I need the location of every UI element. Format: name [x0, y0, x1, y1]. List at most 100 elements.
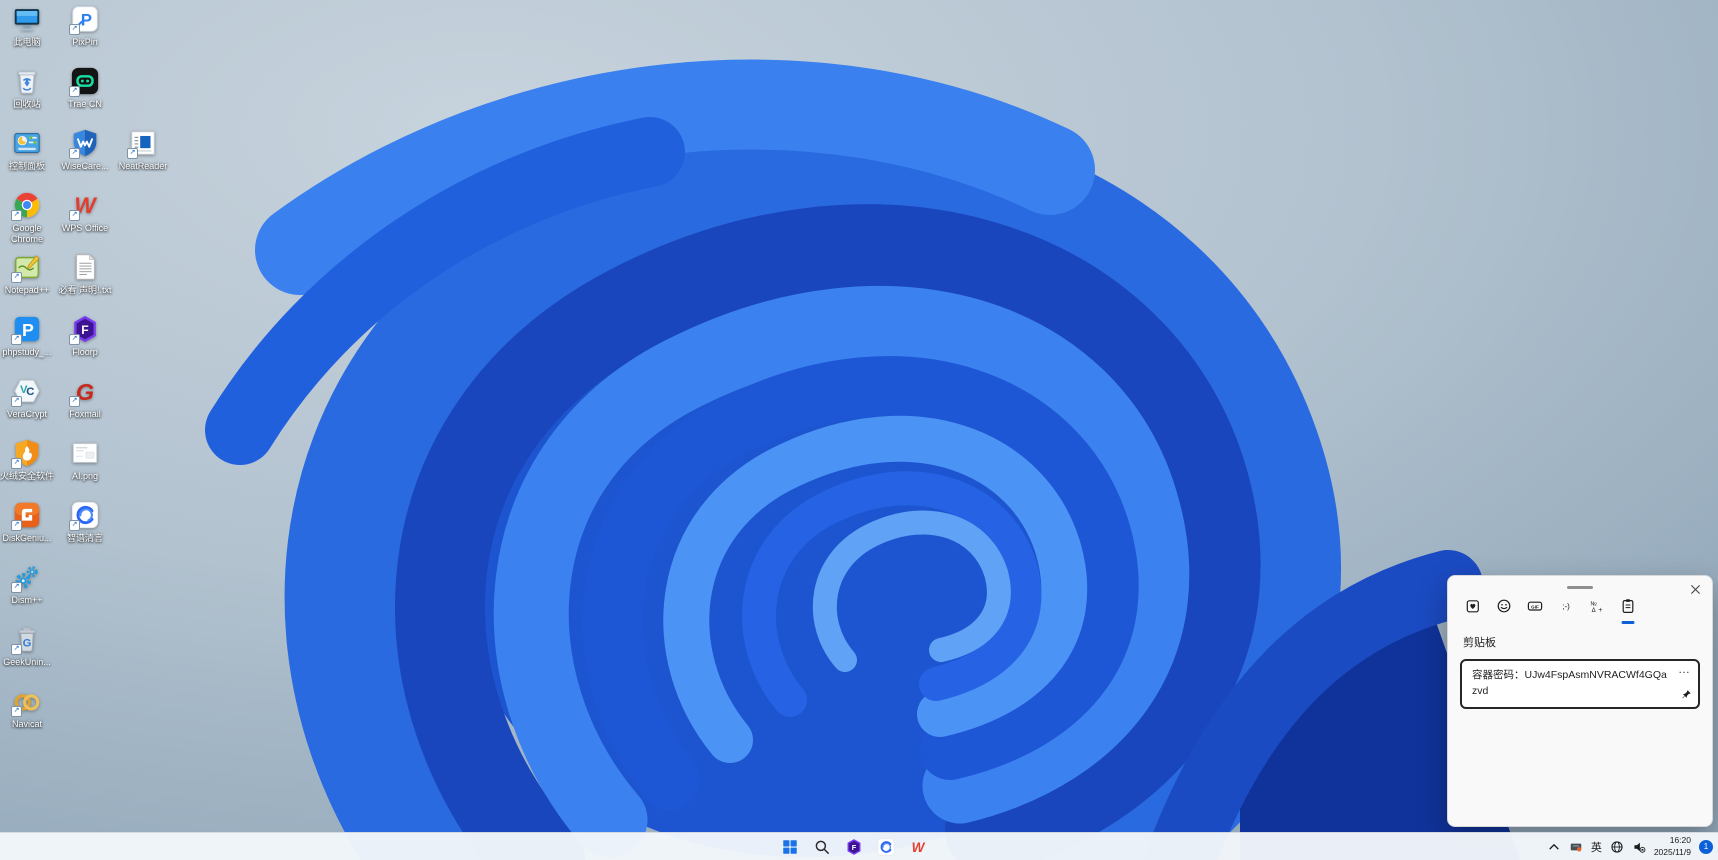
svg-text:F: F	[852, 843, 857, 852]
floorp-icon: F ↗	[69, 314, 100, 345]
more-options-icon[interactable]: …	[1678, 662, 1691, 676]
shortcut-arrow-icon: ↗	[69, 24, 80, 35]
desktop-icon-label: Google Chrome	[10, 223, 43, 244]
taskbar-start-button[interactable]	[780, 837, 800, 857]
desktop-icon-phpstudy[interactable]: P ↗ phpstudy_...	[0, 314, 54, 358]
huorong-icon: ↗	[11, 438, 42, 469]
taskbar-zhipu-qingyan-button[interactable]	[876, 837, 896, 857]
clipboard-icon	[1620, 598, 1636, 617]
shortcut-arrow-icon: ↗	[11, 706, 22, 717]
desktop-icon-this-pc[interactable]: 此电脑	[0, 4, 54, 48]
shortcut-arrow-icon: ↗	[11, 334, 22, 345]
desktop-icon-floorp[interactable]: F ↗ Floorp	[58, 314, 112, 358]
clipboard-section-title: 剪贴板	[1463, 637, 1496, 649]
desktop-icon-navicat[interactable]: ↗ Navicat	[0, 686, 54, 730]
tab-kaomoji[interactable]: ;-)	[1556, 598, 1575, 617]
desktop-icon-control-panel[interactable]: 控制面板	[0, 128, 54, 172]
navicat-icon: ↗	[11, 686, 42, 717]
panel-drag-handle[interactable]	[1567, 586, 1593, 589]
shortcut-arrow-icon: ↗	[69, 86, 80, 97]
notepadpp-icon: ↗	[11, 252, 42, 283]
clock-time: 16:20	[1669, 835, 1691, 846]
desktop-icon-statement-txt[interactable]: 必看 声明!.txt	[58, 252, 112, 296]
desktop-icon-notepad-plus-plus[interactable]: ↗ Notepad++	[0, 252, 54, 296]
clipboard-item[interactable]: 容器密码：UJw4FspAsmNVRACWf4GQazvd …	[1460, 659, 1700, 709]
notification-badge[interactable]: 1	[1699, 839, 1713, 854]
desktop-icon-label: Floorp	[72, 347, 98, 357]
tab-clipboard[interactable]	[1618, 598, 1637, 617]
taskbar: F W 英 16:20 2025/11/9 1	[0, 832, 1718, 860]
diskgenius-icon: ↗	[11, 500, 42, 531]
desktop-icon-veracrypt[interactable]: V C ↗ VeraCrypt	[0, 376, 54, 420]
desktop-icon-ai-png[interactable]: AI.png	[58, 438, 112, 482]
wisecare-icon: ↗	[69, 128, 100, 159]
network-globe-icon[interactable]	[1610, 838, 1624, 856]
desktop-icon-huorong[interactable]: ↗ 火绒安全软件	[0, 438, 54, 482]
tab-emoji[interactable]	[1494, 598, 1513, 617]
taskbar-wps-office-button[interactable]: W	[908, 837, 928, 857]
desktop-icon-label: NeatReader	[118, 161, 168, 171]
kaomoji-icon: ;-)	[1558, 598, 1574, 617]
clock-date: 2025/11/9	[1653, 846, 1691, 857]
shortcut-arrow-icon: ↗	[11, 210, 22, 221]
chevron-up-icon[interactable]	[1547, 838, 1561, 856]
desktop-icon-geekuninstaller[interactable]: G ↗ GeekUnin...	[0, 624, 54, 668]
shortcut-arrow-icon: ↗	[11, 458, 22, 469]
desktop-icon-label: Dism++	[11, 595, 43, 605]
shortcut-arrow-icon: ↗	[11, 396, 22, 407]
taskbar-floorp-button[interactable]: F	[844, 837, 864, 857]
shortcut-arrow-icon: ↗	[11, 644, 22, 655]
svg-text:№: №	[1590, 601, 1596, 608]
desktop-icon-google-chrome[interactable]: ↗ Google Chrome	[0, 190, 54, 245]
desktop-icon-recycle-bin[interactable]: 回收站	[0, 66, 54, 110]
svg-text:F: F	[81, 323, 88, 337]
desktop-icon-label: Notepad++	[4, 285, 50, 295]
desktop-icon-label: Trae CN	[68, 99, 102, 109]
svg-text:Δ: Δ	[1591, 608, 1595, 614]
svg-text:G: G	[23, 638, 32, 650]
neatreader-icon: ↗	[127, 128, 158, 159]
shortcut-arrow-icon: ↗	[69, 520, 80, 531]
txt-file-icon	[70, 252, 100, 282]
clipboard-history-panel: GIF ;-) № Δ + 剪贴板 容器密码：UJw4FspAsmNVRACWf4GQa…	[1447, 575, 1713, 827]
tab-recent[interactable]	[1463, 598, 1482, 617]
pin-icon[interactable]	[1681, 688, 1692, 703]
shortcut-arrow-icon: ↗	[69, 334, 80, 345]
volume-icon[interactable]	[1632, 838, 1646, 856]
shortcut-arrow-icon: ↗	[127, 148, 138, 159]
chrome-icon: ↗	[11, 190, 42, 221]
desktop-icon-label: 回收站	[13, 99, 41, 109]
desktop-icon-label: Navicat	[11, 719, 42, 729]
desktop-icon-wisecare[interactable]: ↗ WiseCare...	[58, 128, 112, 172]
desktop-icon-neatreader[interactable]: ↗ NeatReader	[116, 128, 170, 172]
system-tray: 英 16:20 2025/11/9 1	[1547, 833, 1713, 860]
ime-indicator[interactable]: 英	[1591, 838, 1602, 856]
desktop-icon-trae-cn[interactable]: ↗ Trae CN	[58, 66, 112, 110]
tab-symbols[interactable]: № Δ +	[1587, 598, 1606, 617]
desktop-icon-zhipu-qingyan[interactable]: ↗ 智谱清言	[58, 500, 112, 544]
shortcut-arrow-icon: ↗	[11, 272, 22, 283]
tray-app-icon[interactable]	[1569, 838, 1583, 856]
svg-text:;-): ;-)	[1562, 602, 1570, 611]
taskbar-search-button[interactable]	[812, 837, 832, 857]
dism-icon: ↗	[11, 562, 42, 593]
clock[interactable]: 16:20 2025/11/9	[1654, 835, 1691, 857]
desktop-icon-pixpin[interactable]: P ↗ PixPin	[58, 4, 112, 48]
desktop-icon-diskgenius[interactable]: ↗ DiskGeniu...	[0, 500, 54, 544]
shortcut-arrow-icon: ↗	[11, 520, 22, 531]
desktop-icon-wps-office[interactable]: W ↗ WPS Office	[58, 190, 112, 234]
svg-text:GIF: GIF	[1531, 604, 1539, 609]
desktop-icon-foxmail[interactable]: G ↗ Foxmail	[58, 376, 112, 420]
svg-text:+: +	[1598, 607, 1602, 614]
close-icon[interactable]	[1687, 582, 1703, 598]
shortcut-arrow-icon: ↗	[11, 582, 22, 593]
desktop-icon-dism[interactable]: ↗ Dism++	[0, 562, 54, 606]
desktop-icon-label: phpstudy_...	[2, 347, 52, 357]
desktop-icon-label: 智谱清言	[66, 533, 103, 543]
desktop-icon-label: VeraCrypt	[6, 409, 48, 419]
pixpin-icon: P ↗	[69, 4, 100, 35]
shortcut-arrow-icon: ↗	[69, 396, 80, 407]
desktop-icon-label: DiskGeniu...	[2, 533, 52, 543]
tab-gif[interactable]: GIF	[1525, 598, 1544, 617]
svg-text:W: W	[912, 839, 926, 854]
